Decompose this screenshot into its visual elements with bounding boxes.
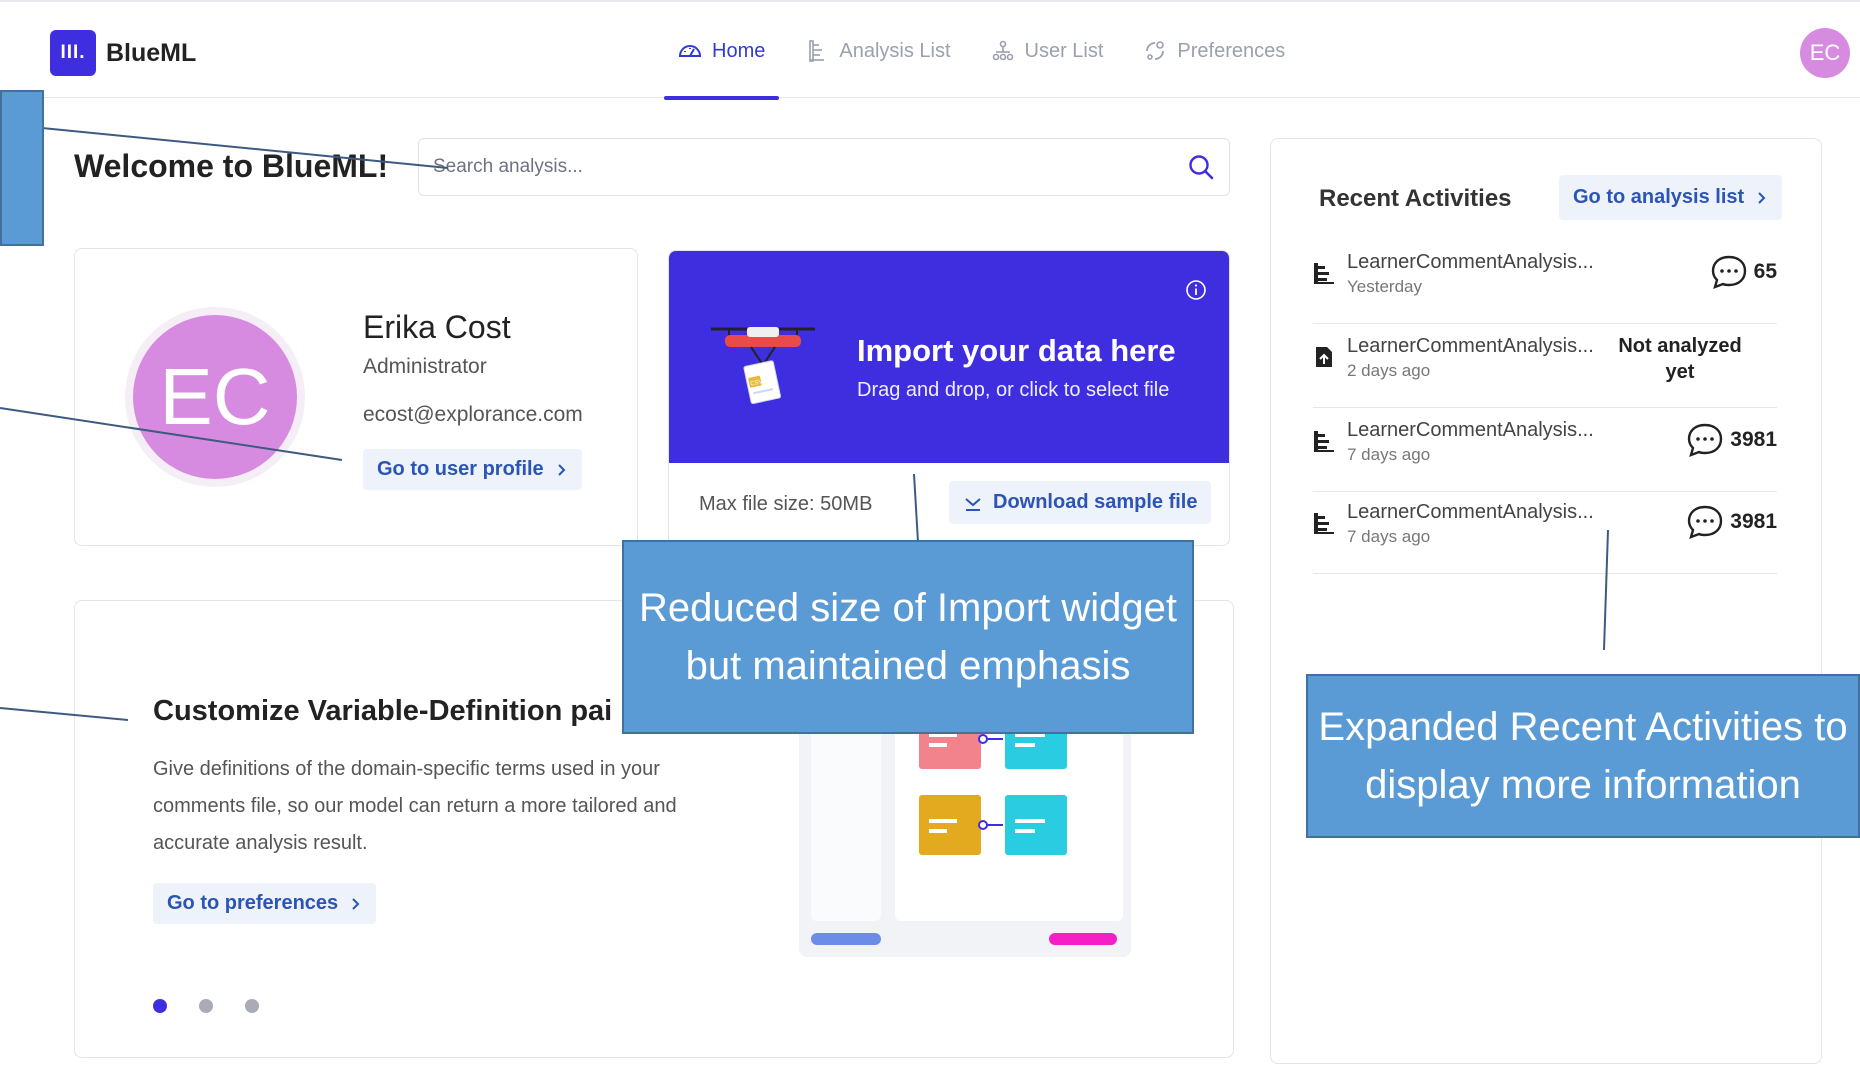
import-banner[interactable]: CSV Import your data here Drag and drop,… xyxy=(669,251,1229,463)
download-sample-button[interactable]: Download sample file xyxy=(949,481,1212,524)
search-input[interactable] xyxy=(433,139,1173,195)
user-avatar[interactable]: EC xyxy=(1800,28,1850,78)
comment-bubble-icon xyxy=(1711,255,1746,289)
tab-home[interactable]: Home xyxy=(664,2,780,100)
activity-name: LearnerCommentAnalysis... xyxy=(1347,251,1594,273)
activity-comment-count: 3981 xyxy=(1686,503,1777,541)
carousel-dot-3[interactable] xyxy=(245,999,259,1013)
page-title: Welcome to BlueML! xyxy=(74,148,389,184)
profile-name: Erika Cost xyxy=(363,309,511,345)
activity-name: LearnerCommentAnalysis... xyxy=(1347,501,1594,523)
go-to-preferences-label: Go to preferences xyxy=(167,892,339,914)
download-sample-label: Download sample file xyxy=(993,491,1198,513)
activity-time: Yesterday xyxy=(1347,277,1422,296)
main-nav-tabs: Home Analysis List User List Preferences xyxy=(664,2,1311,100)
profile-card: EC Erika Cost Administrator ecost@explor… xyxy=(74,248,638,546)
profile-role: Administrator xyxy=(363,355,487,378)
activity-item[interactable]: LearnerCommentAnalysis... 2 days ago Not… xyxy=(1313,325,1777,408)
max-file-size-value: 50MB xyxy=(820,493,873,515)
chevron-right-icon xyxy=(557,463,566,476)
import-title: Import your data here xyxy=(857,333,1176,368)
annotation-box-left xyxy=(0,90,44,246)
gear-icon xyxy=(1146,41,1165,60)
activity-count: 3981 xyxy=(1730,428,1777,451)
top-navbar: III. BlueML Home Analysis List User List… xyxy=(0,0,1860,100)
activity-item[interactable]: LearnerCommentAnalysis... Yesterday 65 xyxy=(1313,241,1777,324)
list-icon xyxy=(809,40,825,62)
app-name: BlueML xyxy=(106,38,197,67)
tab-home-label: Home xyxy=(712,39,766,62)
activity-comment-count: 65 xyxy=(1710,253,1777,291)
dashboard-icon xyxy=(678,45,702,57)
comment-bubble-icon xyxy=(1688,505,1723,539)
comment-bubble-icon xyxy=(1688,423,1723,457)
max-file-size: Max file size: 50MB xyxy=(699,493,872,516)
go-to-analysis-list-button[interactable]: Go to analysis list xyxy=(1559,175,1783,220)
carousel-dot-2[interactable] xyxy=(199,999,213,1013)
preferences-description: Give definitions of the domain-specific … xyxy=(153,758,677,854)
activity-item[interactable]: LearnerCommentAnalysis... 7 days ago 398… xyxy=(1313,409,1777,492)
activity-comment-count: 3981 xyxy=(1686,421,1777,459)
activity-status: Not analyzed yet xyxy=(1618,335,1742,383)
activity-name: LearnerCommentAnalysis... xyxy=(1347,419,1594,441)
download-icon xyxy=(965,497,981,511)
app-logo[interactable]: III. BlueML xyxy=(50,30,196,76)
info-icon[interactable] xyxy=(1185,279,1207,301)
analysis-chart-icon xyxy=(1314,513,1334,534)
users-icon xyxy=(992,40,1013,61)
activity-time: 2 days ago xyxy=(1347,361,1431,380)
recent-activities-card: Recent Activities Go to analysis list Le… xyxy=(1270,138,1822,1064)
activity-count: 3981 xyxy=(1730,510,1777,533)
profile-email: ecost@explorance.com xyxy=(363,403,583,426)
logo-mark-icon: III. xyxy=(50,30,96,76)
preferences-title: Customize Variable-Definition pai xyxy=(153,695,613,727)
go-to-user-profile-button[interactable]: Go to user profile xyxy=(363,449,582,490)
activity-time: 7 days ago xyxy=(1347,445,1431,464)
go-to-preferences-button[interactable]: Go to preferences xyxy=(153,883,377,924)
chevron-right-icon xyxy=(352,897,360,910)
carousel-dots xyxy=(153,999,259,1013)
annotation-recent-note: Expanded Recent Activities to display mo… xyxy=(1306,674,1860,838)
max-file-size-label: Max file size: xyxy=(699,493,821,515)
activity-name: LearnerCommentAnalysis... xyxy=(1347,335,1594,357)
tab-user-list[interactable]: User List xyxy=(977,2,1118,100)
chevron-right-icon xyxy=(1758,191,1766,204)
activity-item[interactable]: LearnerCommentAnalysis... 7 days ago 398… xyxy=(1313,491,1777,574)
go-to-user-profile-label: Go to user profile xyxy=(377,458,544,480)
go-to-analysis-list-label: Go to analysis list xyxy=(1573,186,1745,208)
analysis-chart-icon xyxy=(1314,431,1334,452)
file-upload-icon xyxy=(1316,347,1332,367)
search-icon[interactable] xyxy=(1187,153,1215,181)
recent-activities-title: Recent Activities xyxy=(1319,185,1512,212)
tab-analysis-list[interactable]: Analysis List xyxy=(791,2,964,100)
import-subtitle: Drag and drop, or click to select file xyxy=(857,379,1170,401)
carousel-dot-1[interactable] xyxy=(153,999,167,1013)
profile-avatar: EC xyxy=(133,315,297,479)
tab-analysis-list-label: Analysis List xyxy=(839,39,951,62)
activity-time: 7 days ago xyxy=(1347,527,1431,546)
tab-user-list-label: User List xyxy=(1024,39,1104,62)
activity-count: 65 xyxy=(1753,260,1777,283)
import-dropzone[interactable]: CSV Import your data here Drag and drop,… xyxy=(668,250,1230,546)
annotation-import-note: Reduced size of Import widget but mainta… xyxy=(622,540,1194,734)
search-box xyxy=(418,138,1230,196)
analysis-chart-icon xyxy=(1314,263,1334,284)
tab-preferences-label: Preferences xyxy=(1177,39,1286,62)
drone-illustration-icon: CSV xyxy=(711,327,815,405)
tab-preferences[interactable]: Preferences xyxy=(1129,2,1299,100)
